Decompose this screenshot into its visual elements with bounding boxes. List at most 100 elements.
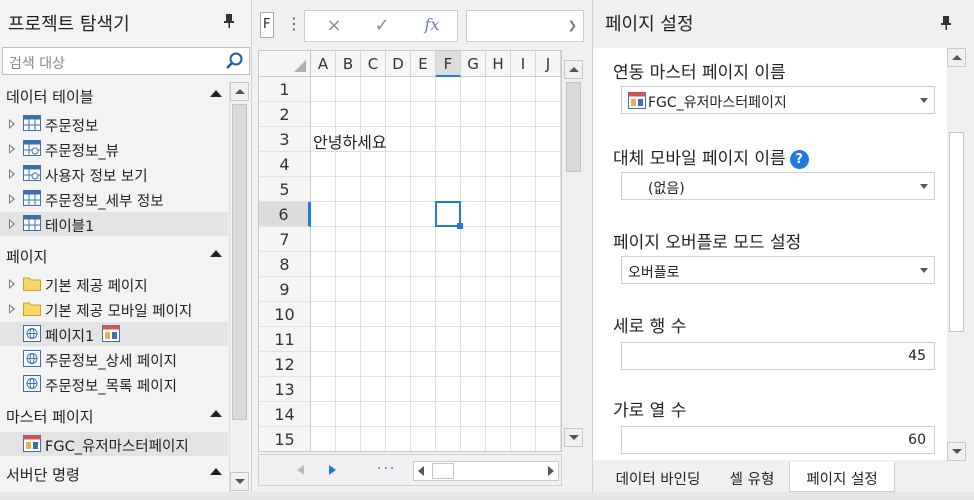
row-header[interactable]: 1: [259, 77, 311, 102]
grid-cell[interactable]: [411, 327, 436, 352]
grid-cell[interactable]: [486, 302, 511, 327]
row-header[interactable]: 15: [259, 427, 311, 451]
tab-cell-type[interactable]: 셀 유형: [717, 462, 787, 492]
grid-cell[interactable]: [411, 227, 436, 252]
grid-cell[interactable]: [461, 377, 486, 402]
grid-cell[interactable]: [536, 252, 561, 277]
row-header[interactable]: 3: [259, 127, 311, 152]
confirm-icon[interactable]: ✓: [367, 15, 397, 37]
grid-cell[interactable]: [461, 352, 486, 377]
grid-cell[interactable]: [511, 402, 536, 427]
scroll-thumb[interactable]: [566, 82, 581, 172]
grid-cell[interactable]: [486, 352, 511, 377]
grid-cell[interactable]: [486, 327, 511, 352]
grid-cell[interactable]: [361, 202, 386, 227]
grid-cell[interactable]: [311, 377, 336, 402]
expand-icon[interactable]: [9, 119, 15, 129]
scroll-thumb[interactable]: [432, 463, 454, 479]
fx-icon[interactable]: fx: [417, 15, 447, 37]
grid-cell[interactable]: [386, 202, 411, 227]
grid-cell[interactable]: [436, 327, 461, 352]
grid-cell[interactable]: [536, 177, 561, 202]
tab-data-binding[interactable]: 데이터 바인딩: [603, 462, 713, 492]
grid-cell[interactable]: [486, 227, 511, 252]
grid-cell[interactable]: [361, 277, 386, 302]
grid-cell[interactable]: [486, 77, 511, 102]
grid-cell[interactable]: [336, 77, 361, 102]
tree-item-folder[interactable]: 기본 제공 페이지: [0, 272, 228, 296]
grid-cell[interactable]: [386, 227, 411, 252]
dropdown-arrow-icon[interactable]: [920, 184, 928, 189]
grid-cell[interactable]: [436, 277, 461, 302]
grid-cell[interactable]: [486, 202, 511, 227]
grid-cell[interactable]: [361, 227, 386, 252]
grid-cell[interactable]: [536, 277, 561, 302]
grid-cell[interactable]: [436, 152, 461, 177]
grid-cell[interactable]: [336, 352, 361, 377]
grid-cell[interactable]: [536, 302, 561, 327]
grid-cell[interactable]: [336, 102, 361, 127]
grid-cell[interactable]: [486, 427, 511, 451]
grid-cell[interactable]: [461, 327, 486, 352]
grid-cell[interactable]: [311, 202, 336, 227]
grid-cell[interactable]: [511, 377, 536, 402]
grid-cell[interactable]: [386, 152, 411, 177]
grid-cell[interactable]: [486, 177, 511, 202]
grid-cell[interactable]: [436, 127, 461, 152]
grid-cell[interactable]: [311, 102, 336, 127]
cancel-icon[interactable]: ×: [319, 15, 349, 37]
cols-input[interactable]: 60: [621, 426, 935, 454]
grid-cell[interactable]: [386, 252, 411, 277]
grid-cell[interactable]: [311, 177, 336, 202]
grid-cell[interactable]: [511, 177, 536, 202]
scroll-thumb[interactable]: [232, 104, 247, 420]
grid-cell[interactable]: [411, 427, 436, 451]
row-header[interactable]: 4: [259, 152, 311, 177]
grid-cell[interactable]: [411, 252, 436, 277]
grid-cell[interactable]: [536, 327, 561, 352]
sheet-grid[interactable]: A B C D E F G H I J 1 2 3 4 5 6 7 8 9 10 11 12 13 14 15 안녕하세요: [258, 50, 562, 452]
grid-cell[interactable]: [336, 302, 361, 327]
grid-cell[interactable]: [386, 102, 411, 127]
expand-icon[interactable]: [9, 219, 15, 229]
grid-cell[interactable]: [361, 352, 386, 377]
section-master-pages[interactable]: 마스터 페이지: [0, 402, 230, 428]
grid-cell[interactable]: [386, 427, 411, 451]
grid-cell[interactable]: [411, 202, 436, 227]
column-header[interactable]: E: [411, 51, 436, 77]
grid-cell[interactable]: [436, 302, 461, 327]
grid-vertical-scrollbar[interactable]: [564, 50, 584, 452]
grid-cell[interactable]: [486, 252, 511, 277]
grid-cell[interactable]: [411, 302, 436, 327]
grid-cell[interactable]: [411, 127, 436, 152]
grid-cell[interactable]: [511, 202, 536, 227]
section-data-tables[interactable]: 데이터 테이블: [0, 82, 230, 108]
column-header[interactable]: H: [486, 51, 511, 77]
tree-item-table[interactable]: 주문정보_뷰: [0, 137, 228, 161]
grid-cell[interactable]: [411, 402, 436, 427]
grid-cell[interactable]: [461, 302, 486, 327]
section-pages[interactable]: 페이지: [0, 242, 230, 268]
grid-cell[interactable]: [361, 102, 386, 127]
grid-cell[interactable]: [511, 252, 536, 277]
grid-cell[interactable]: [311, 277, 336, 302]
grid-cell[interactable]: [536, 77, 561, 102]
row-header[interactable]: 9: [259, 277, 311, 302]
grid-cell[interactable]: [436, 352, 461, 377]
grid-cell[interactable]: [411, 77, 436, 102]
grid-cell[interactable]: [411, 152, 436, 177]
row-header[interactable]: 8: [259, 252, 311, 277]
grid-cell[interactable]: [511, 327, 536, 352]
search-input[interactable]: 검색 대상: [2, 47, 250, 75]
row-header[interactable]: 14: [259, 402, 311, 427]
grid-horizontal-scrollbar[interactable]: [413, 461, 559, 481]
tree-item-table[interactable]: 주문정보_세부 정보: [0, 187, 228, 211]
dropdown-arrow-icon[interactable]: [920, 98, 928, 103]
tree-item-table[interactable]: 사용자 정보 보기: [0, 162, 228, 186]
grid-cell[interactable]: [311, 77, 336, 102]
grid-cell[interactable]: [386, 402, 411, 427]
grid-cell[interactable]: [336, 327, 361, 352]
grid-cell[interactable]: [361, 177, 386, 202]
grid-cell[interactable]: [536, 127, 561, 152]
row-header[interactable]: 11: [259, 327, 311, 352]
